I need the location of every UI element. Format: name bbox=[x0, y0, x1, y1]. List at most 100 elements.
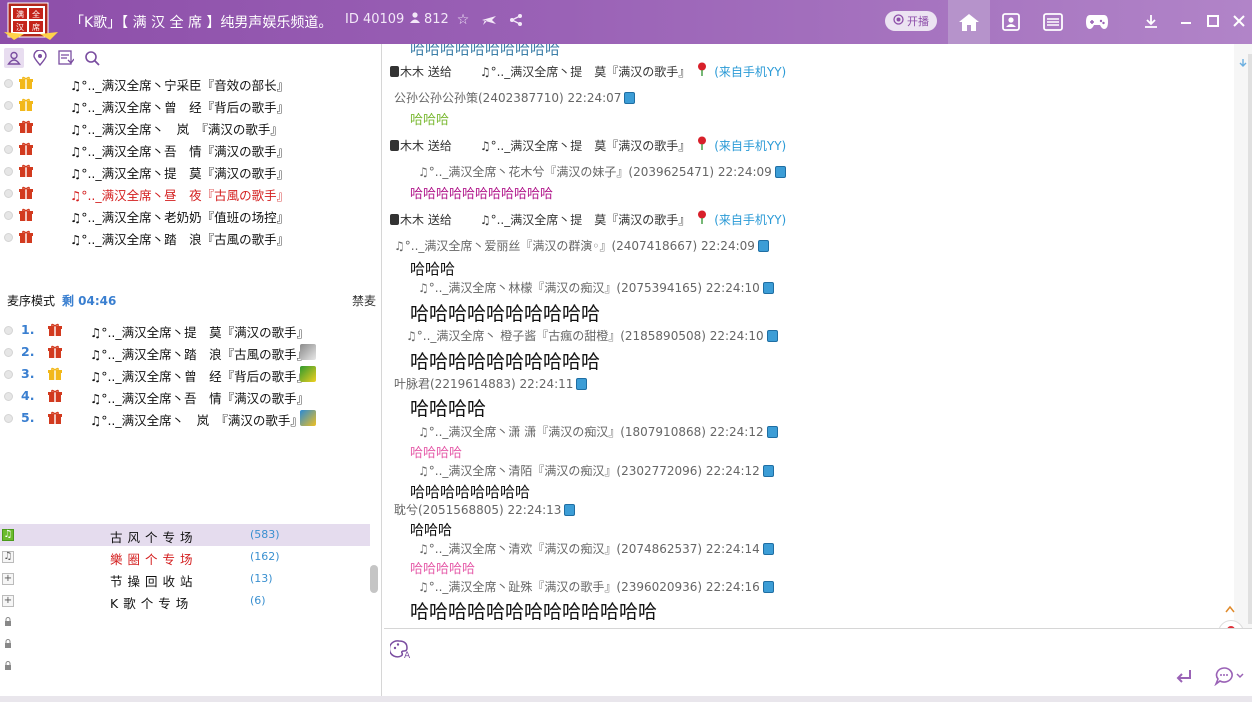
plane-icon[interactable] bbox=[481, 12, 497, 28]
chat-username[interactable]: ♫°.._满汉全席丶趾殊『满汉の歌手』(2396020936) 22:24:16 bbox=[418, 580, 760, 594]
chat-message-header[interactable]: ♫°.._满汉全席丶清欢『满汉の痴汉』(2074862537) 22:24:14 bbox=[418, 540, 774, 557]
chat-username[interactable]: ♫°.._满汉全席丶清陌『满汉の痴汉』(2302772096) 22:24:12 bbox=[418, 464, 760, 478]
chat-message-header[interactable]: ♫°.._满汉全席丶 橙子酱『古瘋の甜橙』(2185890508) 22:24:… bbox=[406, 327, 778, 344]
mic-user-row[interactable]: ♫°.._满汉全席丶踏 浪『古風の歌手』 bbox=[0, 227, 380, 247]
sub-channel-row[interactable]: ♫ 樂圈个专场 (162) bbox=[0, 546, 370, 568]
tab-list[interactable] bbox=[56, 48, 76, 68]
close-button[interactable] bbox=[1228, 10, 1250, 32]
home-button[interactable] bbox=[948, 0, 990, 44]
live-label: 开播 bbox=[907, 15, 929, 28]
close-icon bbox=[1233, 15, 1245, 27]
left-scrollbar[interactable] bbox=[370, 565, 378, 593]
gift-notification: 木木 送给 ♫°.._满汉全席丶提 莫『满汉の歌手』 (来自手机YY) bbox=[390, 62, 786, 80]
games-button[interactable] bbox=[1076, 0, 1118, 44]
tab-search[interactable] bbox=[82, 48, 102, 68]
gift-sender: 木木 送给 bbox=[400, 139, 452, 153]
sub-channel-count: (13) bbox=[250, 572, 273, 585]
contacts-button[interactable] bbox=[990, 0, 1032, 44]
ban-mic-button[interactable]: 禁麦 bbox=[352, 292, 376, 309]
chat-message-text: 哈哈哈 bbox=[410, 260, 456, 278]
chat-username[interactable]: ♫°.._满汉全席丶爱丽丝『满汉の群演◦』(2407418667) 22:24:… bbox=[394, 239, 755, 253]
queue-row[interactable]: 4. ♫°.._满汉全席丶吾 情『满汉の歌手』 bbox=[0, 386, 380, 406]
chat-username[interactable]: ♫°.._满汉全席丶林檬『满汉の痴汉』(2075394165) 22:24:10 bbox=[418, 281, 760, 295]
minimize-button[interactable] bbox=[1175, 10, 1197, 32]
star-icon[interactable]: ☆ bbox=[455, 12, 471, 28]
chat-message-header[interactable]: ♫°.._满汉全席丶潇 潇『满汉の痴汉』(1807910868) 22:24:1… bbox=[418, 423, 778, 440]
chat-message-header[interactable]: ♫°.._满汉全席丶林檬『满汉の痴汉』(2075394165) 22:24:10 bbox=[418, 279, 774, 296]
queue-row[interactable]: 3. ♫°.._满汉全席丶曾 经『背后の歌手』 bbox=[0, 364, 380, 384]
chat-message-text: 哈哈哈哈哈哈哈哈 bbox=[410, 483, 531, 501]
client-icon bbox=[762, 581, 774, 593]
svg-text:A: A bbox=[404, 651, 411, 659]
send-button[interactable] bbox=[1174, 667, 1194, 685]
mic-user-row[interactable]: ♫°.._满汉全席丶 岚 『满汉の歌手』 bbox=[0, 117, 380, 137]
mic-user-name: ♫°.._满汉全席丶吾 情『满汉の歌手』 bbox=[70, 144, 290, 159]
chat-message-header[interactable]: 耽兮(2051568805) 22:24:13 bbox=[394, 501, 576, 518]
sub-channel-row[interactable]: ♫ 古风个专场 (583) bbox=[0, 524, 370, 546]
queue-user-name: ♫°.._满汉全席丶 岚 『满汉の歌手』 bbox=[90, 413, 303, 428]
channel-logo[interactable]: 满 全 汉 席 bbox=[4, 2, 60, 42]
lock-icon bbox=[2, 661, 14, 673]
emoji-menu-button[interactable] bbox=[1214, 666, 1244, 687]
sub-channel-row[interactable] bbox=[0, 612, 370, 634]
chat-username[interactable]: 叶脉君(2219614883) 22:24:11 bbox=[394, 377, 573, 391]
chat-message-header[interactable]: 公孙公孙公孙策(2402387710) 22:24:07 bbox=[394, 89, 636, 106]
sub-channel-row[interactable]: + K歌个专场 (6) bbox=[0, 590, 370, 612]
mic-user-row[interactable]: ♫°.._满汉全席丶吾 情『满汉の歌手』 bbox=[0, 139, 380, 159]
download-button[interactable] bbox=[1140, 10, 1162, 32]
mic-user-row[interactable]: ♫°.._满汉全席丶宁采臣『音效の部长』 bbox=[0, 73, 380, 93]
gift-icon bbox=[48, 323, 62, 337]
queue-time-remaining: 剩 04:46 bbox=[62, 294, 117, 308]
sub-channel-row[interactable]: + 节操回收站 (13) bbox=[0, 568, 370, 590]
chat-message-header[interactable]: ♫°.._满汉全席丶趾殊『满汉の歌手』(2396020936) 22:24:16 bbox=[418, 578, 774, 595]
status-dot bbox=[4, 233, 13, 242]
list-button[interactable] bbox=[1032, 0, 1074, 44]
chat-username[interactable]: ♫°.._满汉全席丶花木兮『满汉の妹子』(2039625471) 22:24:0… bbox=[418, 165, 772, 179]
queue-row[interactable]: 5. ♫°.._满汉全席丶 岚 『满汉の歌手』 bbox=[0, 408, 380, 428]
chat-message-header[interactable]: ♫°.._满汉全席丶爱丽丝『满汉の群演◦』(2407418667) 22:24:… bbox=[394, 237, 769, 254]
client-icon bbox=[762, 543, 774, 555]
chat-scrollbar[interactable] bbox=[1234, 44, 1252, 628]
gift-receiver[interactable]: ♫°.._满汉全席丶提 莫『满汉の歌手』 bbox=[480, 213, 690, 227]
message-input[interactable] bbox=[418, 635, 1178, 687]
share-icon[interactable] bbox=[508, 12, 524, 28]
music-icon: ♫ bbox=[2, 551, 14, 563]
mic-user-row[interactable]: ♫°.._满汉全席丶提 莫『满汉の歌手』 bbox=[0, 161, 380, 181]
gift-icon bbox=[48, 367, 62, 381]
gift-receiver[interactable]: ♫°.._满汉全席丶提 莫『满汉の歌手』 bbox=[480, 65, 690, 79]
queue-row[interactable]: 2. ♫°.._满汉全席丶踏 浪『古風の歌手』 bbox=[0, 342, 380, 362]
queue-user-name: ♫°.._满汉全席丶曾 经『背后の歌手』 bbox=[90, 369, 310, 384]
chat-username[interactable]: ♫°.._满汉全席丶 橙子酱『古瘋の甜橙』(2185890508) 22:24:… bbox=[406, 329, 764, 343]
user-icon bbox=[7, 51, 21, 65]
start-live-button[interactable]: 开播 bbox=[885, 11, 937, 31]
tab-users[interactable] bbox=[4, 48, 24, 68]
chat-message-header[interactable]: ♫°.._满汉全席丶清陌『满汉の痴汉』(2302772096) 22:24:12 bbox=[418, 462, 774, 479]
chat-message-text: 哈哈哈哈哈哈哈哈哈哈 bbox=[410, 303, 601, 325]
chat-message-header[interactable]: ♫°.._满汉全席丶花木兮『满汉の妹子』(2039625471) 22:24:0… bbox=[418, 163, 786, 180]
gamepad-icon bbox=[1086, 15, 1108, 29]
chat-username[interactable]: ♫°.._满汉全席丶潇 潇『满汉の痴汉』(1807910868) 22:24:1… bbox=[418, 425, 764, 439]
sub-channel-row[interactable] bbox=[0, 634, 370, 656]
font-style-button[interactable]: A bbox=[388, 639, 412, 661]
sub-channel-row[interactable] bbox=[0, 656, 370, 678]
chat-message-header[interactable]: 叶脉君(2219614883) 22:24:11 bbox=[394, 375, 588, 392]
gift-receiver[interactable]: ♫°.._满汉全席丶提 莫『满汉の歌手』 bbox=[480, 139, 690, 153]
chevron-up-icon[interactable] bbox=[1225, 605, 1235, 613]
gift-icon bbox=[19, 164, 33, 178]
chat-username[interactable]: 耽兮(2051568805) 22:24:13 bbox=[394, 503, 561, 517]
mic-user-row[interactable]: ♫°.._满汉全席丶曾 经『背后の歌手』 bbox=[0, 95, 380, 115]
phone-icon bbox=[390, 214, 399, 225]
mic-user-row[interactable]: ♫°.._满汉全席丶昼 夜『古風の歌手』 bbox=[0, 183, 380, 203]
queue-row[interactable]: 1. ♫°.._满汉全席丶提 莫『满汉の歌手』 bbox=[0, 320, 380, 340]
plus-icon: + bbox=[2, 573, 14, 585]
sub-channel-name: 古风个专场 bbox=[110, 530, 198, 545]
chat-username[interactable]: ♫°.._满汉全席丶清欢『满汉の痴汉』(2074862537) 22:24:14 bbox=[418, 542, 760, 556]
mic-user-name: ♫°.._满汉全席丶昼 夜『古風の歌手』 bbox=[70, 188, 290, 203]
chat-username[interactable]: 公孙公孙公孙策(2402387710) 22:24:07 bbox=[394, 91, 621, 105]
minimize-icon bbox=[1181, 22, 1191, 24]
chat-bubble-icon bbox=[1214, 667, 1244, 687]
mic-user-row[interactable]: ♫°.._满汉全席丶老奶奶『值班の场控』 bbox=[0, 205, 380, 225]
client-icon bbox=[766, 426, 778, 438]
maximize-button[interactable] bbox=[1202, 10, 1224, 32]
tab-location[interactable] bbox=[30, 48, 50, 68]
